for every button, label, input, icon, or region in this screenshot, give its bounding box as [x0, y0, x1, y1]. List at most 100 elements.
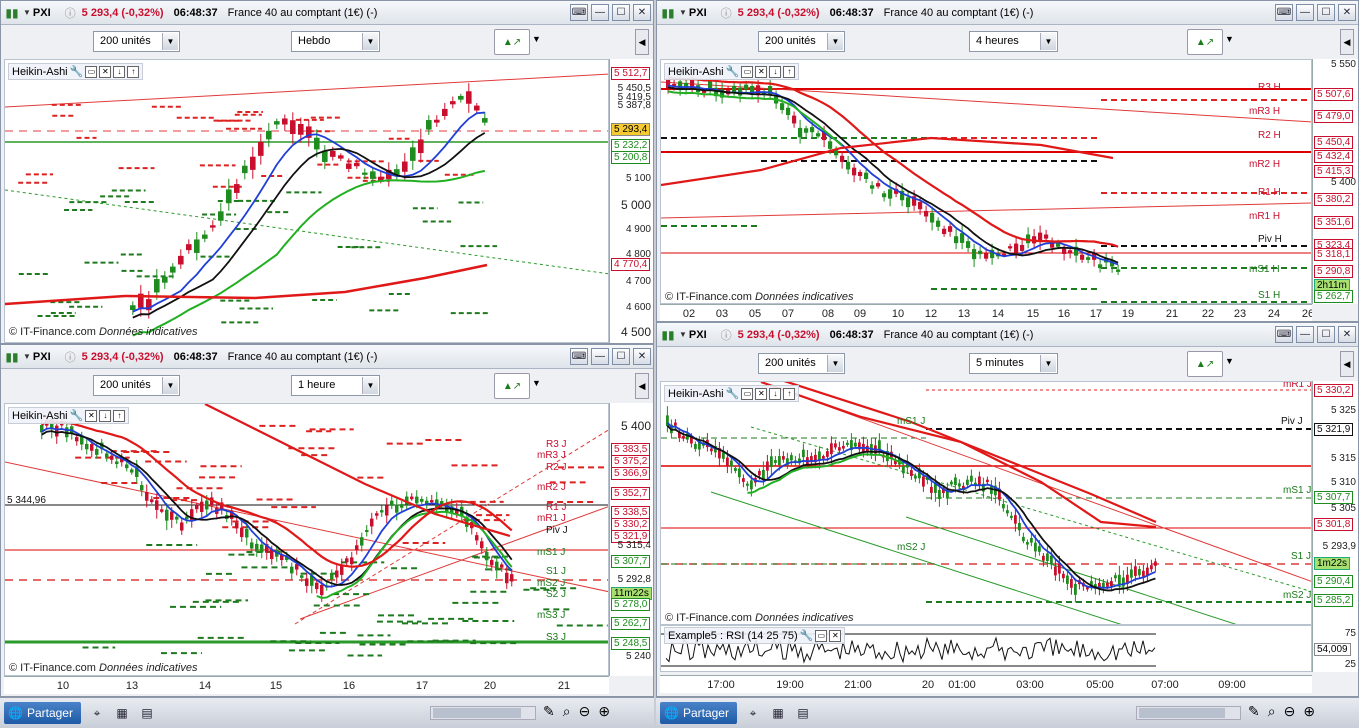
arrow-up-icon[interactable]: ↑ [783, 65, 796, 78]
minimize-button[interactable]: — [1296, 4, 1314, 21]
chevron-down-icon[interactable]: ▼ [23, 8, 31, 17]
side-panel-toggle[interactable]: ◀ [1340, 351, 1354, 377]
keyboard-icon[interactable]: ⌨ [1275, 4, 1293, 21]
share-button[interactable]: 🌐 Partager [660, 702, 737, 724]
rsi-plot[interactable]: Example5 : RSI (14 25 75) 🔧 ▭ ✕ [660, 625, 1312, 672]
close-icon[interactable]: ✕ [755, 65, 768, 78]
cursor-icon[interactable]: ⌖ [88, 704, 106, 722]
maximize-button[interactable]: ☐ [1317, 326, 1335, 343]
chevron-down-icon[interactable]: ▼ [532, 34, 541, 44]
period-select[interactable]: 5 minutes ▼ [969, 353, 1058, 374]
candle-body [235, 522, 239, 529]
info-icon[interactable]: ⓘ [65, 349, 76, 365]
close-icon[interactable]: ✕ [85, 409, 98, 422]
horizontal-scrollbar[interactable] [1136, 706, 1241, 720]
price-plot[interactable]: Heikin-Ashi 🔧 ▭ ✕ ↓ ↑ mR1 J Piv J mS1 J mS1 J… [660, 381, 1312, 625]
period-select[interactable]: 1 heure ▼ [291, 375, 380, 396]
arrow-up-icon[interactable]: ↑ [783, 387, 796, 400]
candle-body [876, 183, 881, 187]
window-titlebar: ▮▮ ▼ PXI ⓘ 5 293,4 (-0,32%) 06:48:37 Fra… [1, 1, 653, 25]
candle-body [335, 570, 339, 578]
maximize-button[interactable]: ☐ [612, 348, 630, 365]
candle-body [798, 127, 803, 138]
info-icon[interactable]: ⓘ [721, 327, 732, 343]
arrow-down-icon[interactable]: ↓ [99, 409, 112, 422]
indicators-icon[interactable]: ▲↗ [1187, 351, 1223, 377]
zoom-fit-icon[interactable]: ⌕ [563, 703, 571, 720]
close-icon[interactable]: ✕ [755, 387, 768, 400]
close-button[interactable]: ✕ [633, 4, 651, 21]
window-icon[interactable]: ▭ [815, 629, 828, 642]
close-button[interactable]: ✕ [1338, 4, 1356, 21]
wrench-icon[interactable]: 🔧 [726, 387, 740, 400]
zoom-in-icon[interactable]: ⊕ [1303, 703, 1315, 720]
wrench-icon[interactable]: 🔧 [726, 65, 740, 78]
indicators-icon[interactable]: ▲↗ [494, 29, 530, 55]
zoom-fit-icon[interactable]: ⌕ [1268, 703, 1276, 720]
horizontal-scrollbar[interactable] [430, 706, 536, 720]
wrench-icon[interactable]: 🔧 [70, 409, 84, 422]
share-button[interactable]: 🌐 Partager [4, 702, 81, 724]
side-panel-toggle[interactable]: ◀ [1340, 29, 1354, 55]
close-button[interactable]: ✕ [633, 348, 651, 365]
arrow-down-icon[interactable]: ↓ [769, 65, 782, 78]
info-icon[interactable]: ⓘ [65, 5, 76, 21]
info-icon[interactable]: ⓘ [721, 5, 732, 21]
time-tick: 19 [1121, 308, 1135, 320]
keyboard-icon[interactable]: ⌨ [570, 4, 588, 21]
chevron-down-icon[interactable]: ▼ [23, 352, 31, 361]
price-plot[interactable]: Heikin-Ashi 🔧 ▭ ✕ ↓ ↑ R3 H mR3 H R2 H mR2 H R… [660, 59, 1312, 304]
indicators-icon[interactable]: ▲↗ [1187, 29, 1223, 55]
minimize-button[interactable]: — [591, 348, 609, 365]
chevron-down-icon[interactable]: ▼ [532, 378, 541, 388]
time-tick: 17 [415, 680, 429, 692]
arrow-up-icon[interactable]: ↑ [127, 65, 140, 78]
candle-body [792, 115, 797, 124]
chart-settings-icon[interactable]: ▤ [794, 704, 812, 722]
zoom-out-icon[interactable]: ⊖ [579, 703, 591, 720]
zoom-out-icon[interactable]: ⊖ [1284, 703, 1296, 720]
candle-body [258, 141, 264, 156]
units-select[interactable]: 200 unités ▼ [758, 353, 845, 374]
time-tick: 21 [557, 680, 571, 692]
keyboard-icon[interactable]: ⌨ [570, 348, 588, 365]
close-icon[interactable]: ✕ [99, 65, 112, 78]
wrench-icon[interactable]: 🔧 [70, 65, 84, 78]
chart-settings-icon[interactable]: ▤ [138, 704, 156, 722]
minimize-button[interactable]: — [591, 4, 609, 21]
price-plot[interactable]: Heikin-Ashi 🔧 ✕ ↓ ↑ 5 344,96 R3 J mR3 J R2 J… [4, 403, 609, 676]
close-icon[interactable]: ✕ [829, 629, 842, 642]
units-select[interactable]: 200 unités ▼ [93, 375, 180, 396]
arrow-down-icon[interactable]: ↓ [769, 387, 782, 400]
price-plot[interactable]: Heikin-Ashi 🔧 ▭ ✕ ↓ ↑ © IT-Finance.com Donnée… [4, 59, 609, 343]
close-button[interactable]: ✕ [1338, 326, 1356, 343]
time-tick: 13 [125, 680, 139, 692]
arrow-down-icon[interactable]: ↓ [113, 65, 126, 78]
maximize-button[interactable]: ☐ [612, 4, 630, 21]
window-icon[interactable]: ▭ [741, 387, 754, 400]
keyboard-icon[interactable]: ⌨ [1275, 326, 1293, 343]
side-panel-toggle[interactable]: ◀ [635, 29, 649, 55]
window-icon[interactable]: ▭ [85, 65, 98, 78]
window-icon[interactable]: ▭ [741, 65, 754, 78]
units-select[interactable]: 200 unités ▼ [758, 31, 845, 52]
period-select[interactable]: 4 heures ▼ [969, 31, 1058, 52]
period-select[interactable]: Hebdo ▼ [291, 31, 380, 52]
chevron-down-icon[interactable]: ▼ [1225, 356, 1234, 366]
indicators-icon[interactable]: ▲↗ [494, 373, 530, 399]
table-icon[interactable]: ▦ [113, 704, 131, 722]
side-panel-toggle[interactable]: ◀ [635, 373, 649, 399]
table-icon[interactable]: ▦ [769, 704, 787, 722]
draw-tool-icon[interactable]: ✎ [543, 703, 555, 720]
zoom-in-icon[interactable]: ⊕ [598, 703, 610, 720]
draw-tool-icon[interactable]: ✎ [1248, 703, 1260, 720]
chevron-down-icon[interactable]: ▼ [679, 330, 687, 339]
arrow-up-icon[interactable]: ↑ [113, 409, 126, 422]
cursor-icon[interactable]: ⌖ [744, 704, 762, 722]
wrench-icon[interactable]: 🔧 [800, 629, 814, 642]
maximize-button[interactable]: ☐ [1317, 4, 1335, 21]
minimize-button[interactable]: — [1296, 326, 1314, 343]
chevron-down-icon[interactable]: ▼ [1225, 34, 1234, 44]
units-select[interactable]: 200 unités ▼ [93, 31, 180, 52]
chevron-down-icon[interactable]: ▼ [679, 8, 687, 17]
